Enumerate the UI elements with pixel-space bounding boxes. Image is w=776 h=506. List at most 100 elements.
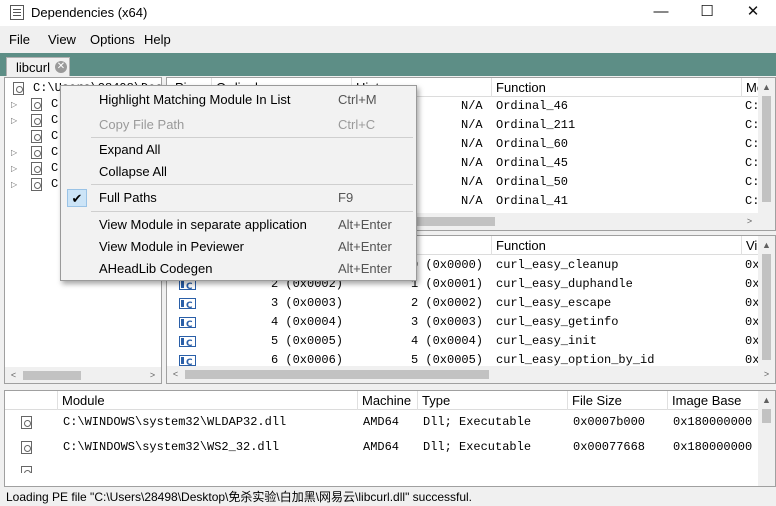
import-hint: N/A [461, 156, 483, 170]
maximize-button[interactable]: ☐ [684, 0, 730, 26]
modules-vertical-scrollbar[interactable]: ▲ [758, 391, 775, 486]
export-row[interactable]: 4 (0x0004) 3 (0x0003) curl_easy_getinfo … [167, 313, 759, 335]
import-function: Ordinal_211 [496, 118, 576, 132]
menu-item-label: View Module in separate application [99, 217, 307, 232]
menu-item-copy-file-path[interactable]: Copy File Path Ctrl+C [63, 114, 414, 136]
menu-file[interactable]: File [9, 32, 30, 47]
module-type: Dll; Executable [423, 440, 532, 454]
scroll-up-icon[interactable]: ▲ [758, 237, 775, 254]
export-hint: 3 (0x0003) [411, 315, 484, 329]
import-hint: N/A [461, 175, 483, 189]
menu-item-full-paths[interactable]: ✔ Full Paths F9 [63, 187, 414, 209]
export-function: curl_easy_duphandle [496, 277, 633, 291]
menu-bar: File View Options Help [0, 28, 776, 52]
module-type: Dll; Executable [423, 415, 532, 429]
scrollbar-thumb[interactable] [23, 371, 81, 380]
modules-list-panel: Module Machine Type File Size Image Base… [4, 390, 776, 487]
menu-view[interactable]: View [48, 32, 76, 47]
module-machine: AMD64 [363, 415, 400, 429]
scrollbar-thumb[interactable] [185, 370, 489, 379]
module-machine: AMD64 [363, 440, 400, 454]
column-function[interactable]: Function [491, 78, 546, 97]
column-function[interactable]: Function [491, 236, 546, 255]
menu-item-shortcut: Ctrl+C [338, 117, 376, 132]
imports-vertical-scrollbar[interactable]: ▲ [758, 78, 775, 214]
scrollbar-thumb[interactable] [762, 409, 771, 423]
module-icon [21, 441, 32, 454]
tab-libcurl[interactable]: libcurl ✕ [6, 57, 70, 76]
column-machine[interactable]: Machine [357, 391, 411, 410]
import-hint: N/A [461, 194, 483, 208]
menu-item-label: Copy File Path [99, 117, 185, 132]
module-icon [21, 466, 32, 473]
scroll-up-icon[interactable]: ▲ [758, 79, 775, 96]
scroll-right-icon[interactable]: > [758, 366, 775, 383]
column-image-base[interactable]: Image Base [667, 391, 741, 410]
export-row[interactable]: 3 (0x0003) 2 (0x0002) curl_easy_escape 0… [167, 294, 759, 316]
export-hint: 1 (0x0001) [411, 277, 484, 291]
menu-item-shortcut: Alt+Enter [338, 261, 392, 276]
import-hint: N/A [461, 137, 483, 151]
column-virtual-address[interactable]: Vi [741, 236, 757, 255]
menu-item-label: View Module in Peviewer [99, 239, 244, 254]
module-icon [31, 130, 42, 143]
menu-item-label: AHeadLib Codegen [99, 261, 213, 276]
menu-item-view-module-peviewer[interactable]: View Module in Peviewer Alt+Enter [63, 236, 414, 258]
module-icon [31, 114, 42, 127]
menu-separator [91, 137, 413, 138]
module-image-base: 0x180000000 [673, 440, 753, 454]
scroll-left-icon[interactable]: < [167, 366, 184, 383]
title-bar: Dependencies (x64) — ☐ ✕ [0, 0, 776, 26]
scrollbar-thumb[interactable] [762, 96, 771, 202]
export-row[interactable]: 5 (0x0005) 4 (0x0004) curl_easy_init 0x [167, 332, 759, 354]
minimize-button[interactable]: — [638, 0, 684, 26]
export-function: curl_easy_escape [496, 296, 612, 310]
module-image-base: 0x180000000 [673, 415, 753, 429]
menu-item-collapse-all[interactable]: Collapse All [63, 161, 414, 183]
tab-label: libcurl [16, 60, 50, 75]
menu-item-aheadlib-codegen[interactable]: AHeadLib Codegen Alt+Enter [63, 258, 414, 280]
close-button[interactable]: ✕ [730, 0, 776, 26]
scrollbar-thumb[interactable] [762, 254, 771, 360]
scroll-right-icon[interactable]: > [144, 367, 161, 383]
menu-item-view-module-separate-app[interactable]: View Module in separate application Alt+… [63, 214, 414, 236]
tree-item-label: C [51, 177, 59, 191]
export-function-icon [179, 316, 196, 335]
module-icon [31, 162, 42, 175]
module-file-size: 0x0007b000 [573, 415, 646, 429]
import-function: Ordinal_45 [496, 156, 569, 170]
module-icon [21, 416, 32, 429]
export-ordinal: 5 (0x0005) [271, 334, 344, 348]
scroll-up-icon[interactable]: ▲ [758, 392, 775, 409]
scroll-left-icon[interactable]: < [5, 367, 22, 383]
module-icon [31, 178, 42, 191]
module-path: C:\WINDOWS\system32\WLDAP32.dll [63, 415, 287, 429]
export-hint: 2 (0x0002) [411, 296, 484, 310]
menu-help[interactable]: Help [144, 32, 171, 47]
scroll-right-icon[interactable]: > [741, 213, 758, 230]
menu-item-highlight-matching-module[interactable]: Highlight Matching Module In List Ctrl+M [63, 89, 414, 111]
tab-close-icon[interactable]: ✕ [55, 61, 67, 73]
column-file-size[interactable]: File Size [567, 391, 622, 410]
expand-arrow-icon[interactable]: ▷ [11, 175, 17, 194]
exports-vertical-scrollbar[interactable]: ▲ [758, 236, 775, 367]
module-row[interactable]: C:\WINDOWS\system32\WS2_32.dll AMD64 Dll… [5, 438, 757, 457]
import-function: Ordinal_50 [496, 175, 569, 189]
app-icon [10, 5, 24, 20]
checkmark-icon: ✔ [67, 189, 87, 207]
menu-item-label: Expand All [99, 142, 161, 157]
tree-horizontal-scrollbar[interactable]: < > [5, 367, 161, 383]
exports-horizontal-scrollbar[interactable]: < > [167, 366, 775, 383]
menu-item-label: Full Paths [99, 190, 157, 205]
column-module[interactable]: Module [57, 391, 105, 410]
import-function: Ordinal_60 [496, 137, 569, 151]
menu-separator [91, 211, 413, 212]
scrollbar-thumb[interactable] [415, 217, 495, 226]
menu-item-expand-all[interactable]: Expand All [63, 139, 414, 161]
menu-options[interactable]: Options [90, 32, 135, 47]
module-row-partial[interactable] [5, 463, 757, 473]
module-icon [31, 98, 42, 111]
module-row[interactable]: C:\WINDOWS\system32\WLDAP32.dll AMD64 Dl… [5, 413, 757, 432]
module-file-size: 0x00077668 [573, 440, 646, 454]
column-type[interactable]: Type [417, 391, 450, 410]
